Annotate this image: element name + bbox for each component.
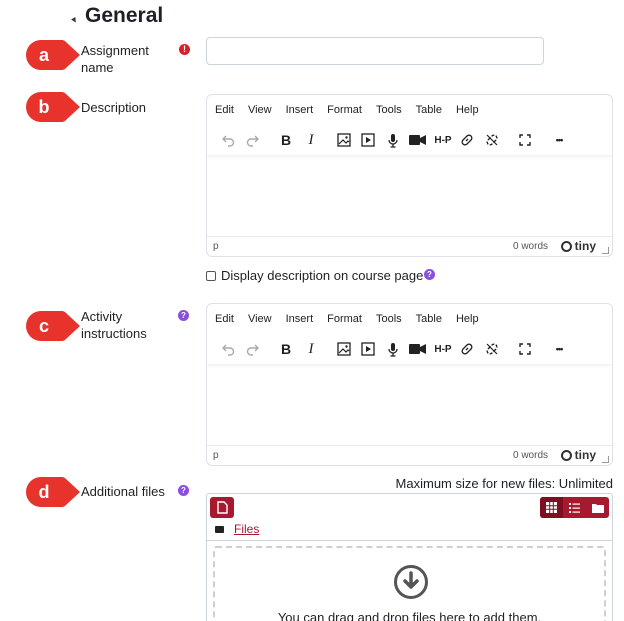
display-description-checkbox[interactable] <box>206 270 216 281</box>
section-header-general[interactable]: ▾ General <box>70 4 164 28</box>
word-count: 0 words <box>512 450 548 461</box>
callout-a: a <box>24 38 82 72</box>
editor-statusbar: p 0 words tiny <box>207 236 612 256</box>
file-manager: Files You can drag and drop files here t… <box>206 493 613 621</box>
undo-icon[interactable] <box>219 131 237 149</box>
menu-format[interactable]: Format <box>327 313 362 325</box>
unlink-icon[interactable] <box>483 131 501 149</box>
italic-icon[interactable]: I <box>302 340 320 358</box>
editor-toolbar: B I H-P ••• <box>207 125 612 155</box>
tiny-mark-icon <box>560 240 572 252</box>
redo-icon[interactable] <box>244 340 262 358</box>
h5p-icon[interactable]: H-P <box>432 340 454 358</box>
folder-icon <box>215 525 224 533</box>
menu-view[interactable]: View <box>248 313 272 325</box>
element-path[interactable]: p <box>213 241 219 252</box>
editor-menubar: Edit View Insert Format Tools Table Help <box>207 304 612 334</box>
image-icon[interactable] <box>335 340 353 358</box>
menu-help[interactable]: Help <box>456 104 479 116</box>
video-camera-icon[interactable] <box>408 340 426 358</box>
editor-menubar: Edit View Insert Format Tools Table Help <box>207 95 612 125</box>
display-description-row[interactable]: Display description on course page <box>206 268 423 283</box>
collapse-caret-icon[interactable]: ▾ <box>70 14 80 26</box>
unlink-icon[interactable] <box>483 340 501 358</box>
resize-handle-icon[interactable] <box>602 456 609 463</box>
view-switcher <box>540 497 609 518</box>
menu-format[interactable]: Format <box>327 104 362 116</box>
menu-table[interactable]: Table <box>416 104 442 116</box>
files-path-link[interactable]: Files <box>234 522 259 536</box>
help-icon[interactable]: ? <box>178 485 189 496</box>
menu-view[interactable]: View <box>248 104 272 116</box>
menu-insert[interactable]: Insert <box>286 104 314 116</box>
help-icon[interactable]: ? <box>178 310 189 321</box>
callout-b: b <box>24 90 82 124</box>
required-icon: ! <box>179 44 190 55</box>
description-content-area[interactable] <box>207 157 612 237</box>
breadcrumb: Files <box>215 522 259 536</box>
menu-insert[interactable]: Insert <box>286 313 314 325</box>
menu-edit[interactable]: Edit <box>215 104 234 116</box>
resize-handle-icon[interactable] <box>602 247 609 254</box>
microphone-icon[interactable] <box>384 340 402 358</box>
activity-instructions-content-area[interactable] <box>207 366 612 446</box>
editor-toolbar: B I H-P ••• <box>207 334 612 364</box>
bold-icon[interactable]: B <box>277 340 295 358</box>
assignment-name-input[interactable] <box>206 37 544 65</box>
grid-view-button[interactable] <box>540 497 563 518</box>
assignment-name-label: Assignment name <box>81 43 149 75</box>
editor-statusbar: p 0 words tiny <box>207 445 612 465</box>
menu-help[interactable]: Help <box>456 313 479 325</box>
more-icon[interactable]: ••• <box>550 131 568 149</box>
menu-edit[interactable]: Edit <box>215 313 234 325</box>
tiny-logo[interactable]: tiny <box>560 448 596 462</box>
divider <box>207 540 612 541</box>
file-dropzone[interactable]: You can drag and drop files here to add … <box>213 546 606 621</box>
folder-icon <box>591 503 604 513</box>
element-path[interactable]: p <box>213 450 219 461</box>
tiny-logo[interactable]: tiny <box>560 239 596 253</box>
section-title: General <box>85 4 164 27</box>
max-size-note: Maximum size for new files: Unlimited <box>395 476 613 491</box>
word-count: 0 words <box>512 241 548 252</box>
file-icon <box>216 501 228 514</box>
media-icon[interactable] <box>359 131 377 149</box>
video-camera-icon[interactable] <box>408 131 426 149</box>
add-file-button[interactable] <box>210 497 234 518</box>
redo-icon[interactable] <box>244 131 262 149</box>
fullscreen-icon[interactable] <box>516 340 534 358</box>
activity-instructions-editor[interactable]: Edit View Insert Format Tools Table Help… <box>206 303 613 466</box>
more-icon[interactable]: ••• <box>550 340 568 358</box>
image-icon[interactable] <box>335 131 353 149</box>
list-view-button[interactable] <box>563 497 586 518</box>
download-icon <box>394 565 428 599</box>
display-description-label: Display description on course page <box>221 268 424 283</box>
menu-tools[interactable]: Tools <box>376 313 402 325</box>
tree-view-button[interactable] <box>586 497 609 518</box>
grid-icon <box>546 502 557 513</box>
undo-icon[interactable] <box>219 340 237 358</box>
list-icon <box>569 502 580 513</box>
h5p-icon[interactable]: H-P <box>432 131 454 149</box>
media-icon[interactable] <box>359 340 377 358</box>
activity-instructions-label: Activity instructions <box>81 309 147 341</box>
italic-icon[interactable]: I <box>302 131 320 149</box>
description-label: Description <box>81 100 147 115</box>
tiny-mark-icon <box>560 449 572 461</box>
help-icon[interactable]: ? <box>424 269 435 280</box>
link-icon[interactable] <box>458 131 476 149</box>
microphone-icon[interactable] <box>384 131 402 149</box>
fullscreen-icon[interactable] <box>516 131 534 149</box>
bold-icon[interactable]: B <box>277 131 295 149</box>
menu-table[interactable]: Table <box>416 313 442 325</box>
drop-message: You can drag and drop files here to add … <box>277 610 542 621</box>
callout-d: d <box>24 475 82 509</box>
description-editor[interactable]: Edit View Insert Format Tools Table Help… <box>206 94 613 257</box>
link-icon[interactable] <box>458 340 476 358</box>
additional-files-label: Additional files <box>81 484 165 499</box>
callout-c: c <box>24 309 82 343</box>
menu-tools[interactable]: Tools <box>376 104 402 116</box>
